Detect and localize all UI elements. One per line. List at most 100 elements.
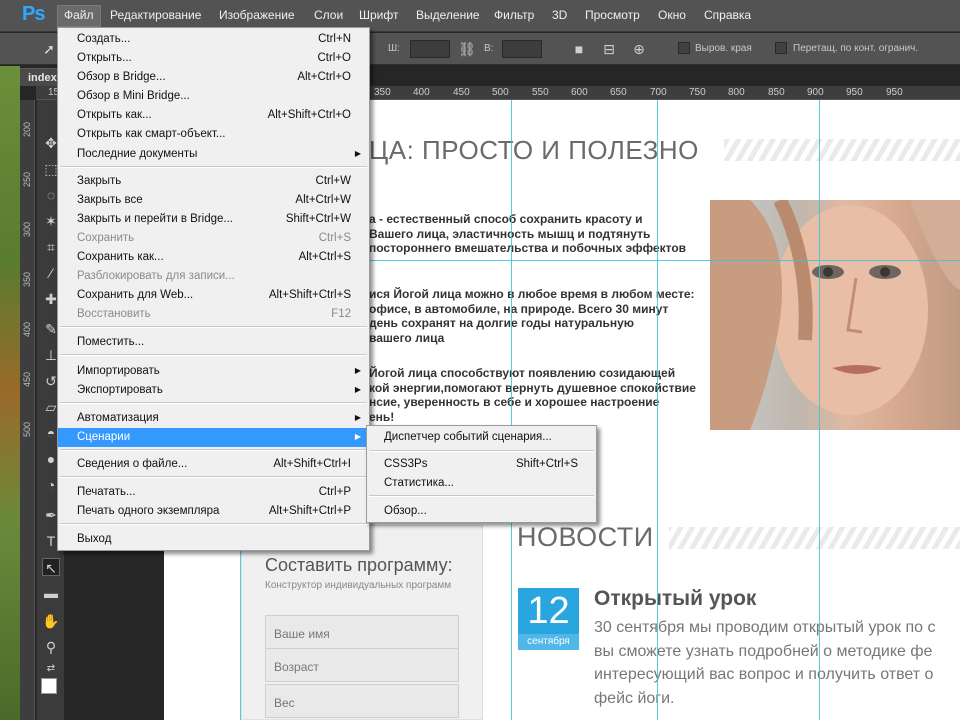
document-tab[interactable]: index xyxy=(20,68,60,86)
vertical-ruler[interactable]: 200 250 300 350 400 450 500 xyxy=(20,100,35,720)
foreground-color-swatch[interactable] xyxy=(41,678,57,694)
width-input[interactable] xyxy=(410,40,450,58)
menu-item-import[interactable]: Импортировать ▶ xyxy=(58,362,369,381)
date-day: 12 xyxy=(527,590,570,632)
menu-item-exit[interactable]: Выход xyxy=(58,530,369,549)
weight-field[interactable]: Вес xyxy=(265,684,459,718)
align-edges-label: Выров. края xyxy=(695,43,752,54)
move-tool-preset-icon[interactable]: ➚ xyxy=(40,40,58,58)
menu-separator xyxy=(60,449,367,451)
submenu-arrow-icon: ▶ xyxy=(354,385,361,394)
menu-item-unlock-write: Разблокировать для записи... xyxy=(77,270,235,282)
menu-item-revert: Восстановить F12 xyxy=(77,308,351,320)
constrain-path-dragging-checkbox[interactable] xyxy=(775,42,787,54)
menu-separator xyxy=(60,476,367,478)
photoshop-logo: Ps xyxy=(22,3,45,25)
menu-item-browse-bridge[interactable]: Обзор в Bridge... Alt+Ctrl+O xyxy=(58,68,369,87)
ruler-label: 350 xyxy=(22,272,32,288)
news-item-text: 30 сентября мы проводим открытый урок по… xyxy=(594,619,936,707)
submenu-arrow-icon: ▶ xyxy=(354,432,361,441)
menu-filter[interactable]: Фильтр xyxy=(494,8,534,22)
menu-edit[interactable]: Редактирование xyxy=(110,8,201,22)
ruler-label: 700 xyxy=(650,87,667,98)
menu-item-print[interactable]: Печатать... Ctrl+P xyxy=(58,483,369,502)
constrain-path-dragging-label: Перетащ. по конт. огранич. xyxy=(793,43,919,54)
name-field[interactable]: Ваше имя xyxy=(265,615,459,649)
age-field[interactable]: Возраст xyxy=(265,648,459,682)
menu-item-save: Сохранить Ctrl+S xyxy=(77,232,351,244)
path-operations-icon[interactable]: ■ xyxy=(570,40,588,58)
benefits-paragraph: Йогой лица способствуют появлению созида… xyxy=(369,366,696,424)
menu-item-new[interactable]: Создать... Ctrl+N xyxy=(58,30,369,49)
rectangle-tool-icon[interactable]: ▬ xyxy=(42,584,60,602)
submenu-arrow-icon: ▶ xyxy=(354,413,361,422)
ruler-label: 400 xyxy=(413,87,430,98)
ruler-label: 400 xyxy=(22,322,32,338)
ruler-label: 300 xyxy=(22,222,32,238)
height-label: В: xyxy=(484,43,494,54)
path-selection-tool-icon[interactable]: ↖ xyxy=(42,558,60,576)
menu-item-close-go-bridge[interactable]: Закрыть и перейти в Bridge... Shift+Ctrl+… xyxy=(58,210,369,229)
ruler-label: 550 xyxy=(532,87,549,98)
menu-item-close-all[interactable]: Закрыть все Alt+Ctrl+W xyxy=(58,191,369,210)
submenu-item-browse[interactable]: Обзор... xyxy=(367,502,596,521)
menu-select[interactable]: Выделение xyxy=(416,8,480,22)
practice-paragraph: ися Йогой лица можно в любое время в люб… xyxy=(369,287,695,345)
submenu-item-css3ps[interactable]: CSS3Ps Shift+Ctrl+S xyxy=(367,455,596,474)
zoom-tool-icon[interactable]: ⚲ xyxy=(42,638,60,656)
menu-file[interactable]: Файл xyxy=(64,8,94,22)
menu-item-browse-mini-bridge[interactable]: Обзор в Mini Bridge... xyxy=(58,87,369,106)
ruler-label: 750 xyxy=(689,87,706,98)
path-arrangement-icon[interactable]: ⊕ xyxy=(630,40,648,58)
submenu-arrow-icon: ▶ xyxy=(354,366,361,375)
menu-item-open[interactable]: Открыть... Ctrl+O xyxy=(58,49,369,68)
menu-separator xyxy=(60,402,367,404)
scripts-submenu: Диспетчер событий сценария... CSS3Ps Shif… xyxy=(366,425,597,523)
width-label: Ш: xyxy=(388,43,400,54)
menu-image[interactable]: Изображение xyxy=(219,8,295,22)
menu-item-recent-files[interactable]: Последние документы ▶ xyxy=(58,145,369,164)
ruler-label: 200 xyxy=(22,122,32,138)
form-title: Составить программу: xyxy=(265,555,453,575)
ruler-label: 900 xyxy=(807,87,824,98)
menu-3d[interactable]: 3D xyxy=(552,8,567,22)
menu-item-close[interactable]: Закрыть Ctrl+W xyxy=(58,172,369,191)
menu-item-scripts[interactable]: Сценарии ▶ xyxy=(58,428,369,447)
menu-item-place[interactable]: Поместить... xyxy=(58,333,369,352)
menu-item-file-info[interactable]: Сведения о файле... Alt+Shift+Ctrl+I xyxy=(58,455,369,474)
menu-help[interactable]: Справка xyxy=(704,8,751,22)
section-heading: ЦА: ПРОСТО И ПОЛЕЗНО xyxy=(369,135,699,165)
menu-window[interactable]: Окно xyxy=(658,8,686,22)
news-date-badge: 12 сентября xyxy=(518,588,579,650)
menu-item-automate[interactable]: Автоматизация ▶ xyxy=(58,409,369,428)
menu-item-open-smart-object[interactable]: Открыть как смарт-объект... xyxy=(58,125,369,144)
submenu-item-statistics[interactable]: Статистика... xyxy=(367,474,596,493)
menu-item-save-for-web[interactable]: Сохранить для Web... Alt+Shift+Ctrl+S xyxy=(58,286,369,305)
menu-separator xyxy=(60,326,367,328)
age-field-placeholder: Возраст xyxy=(274,660,319,674)
ruler-label: 850 xyxy=(768,87,785,98)
menu-item-open-as[interactable]: Открыть как... Alt+Shift+Ctrl+O xyxy=(58,106,369,125)
height-input[interactable] xyxy=(502,40,542,58)
guide-line[interactable] xyxy=(657,100,658,720)
desktop-background-strip xyxy=(0,66,20,720)
intro-paragraph: а - естественный способ сохранить красот… xyxy=(369,212,687,255)
menu-item-print-one-copy[interactable]: Печать одного экземпляра Alt+Shift+Ctrl+P xyxy=(58,502,369,521)
menu-item-save-as[interactable]: Сохранить как... Alt+Ctrl+S xyxy=(58,248,369,267)
ruler-label: 350 xyxy=(374,87,391,98)
link-icon[interactable]: ⛓ xyxy=(458,40,476,58)
guide-line[interactable] xyxy=(511,100,512,720)
menu-view[interactable]: Просмотр xyxy=(585,8,640,22)
menu-layers[interactable]: Слои xyxy=(314,8,343,22)
date-month: сентября xyxy=(518,634,579,650)
menu-item-export[interactable]: Экспортировать ▶ xyxy=(58,381,369,400)
swap-colors-icon[interactable]: ⇄ xyxy=(42,660,60,678)
hand-tool-icon[interactable]: ✋ xyxy=(42,612,60,630)
path-alignment-icon[interactable]: ⊟ xyxy=(600,40,618,58)
align-edges-checkbox[interactable] xyxy=(678,42,690,54)
menu-separator xyxy=(60,354,367,356)
ruler-label: 500 xyxy=(22,422,32,438)
guide-line[interactable] xyxy=(819,100,820,720)
submenu-item-script-events-manager[interactable]: Диспетчер событий сценария... xyxy=(367,428,596,447)
menu-type[interactable]: Шрифт xyxy=(359,8,398,22)
